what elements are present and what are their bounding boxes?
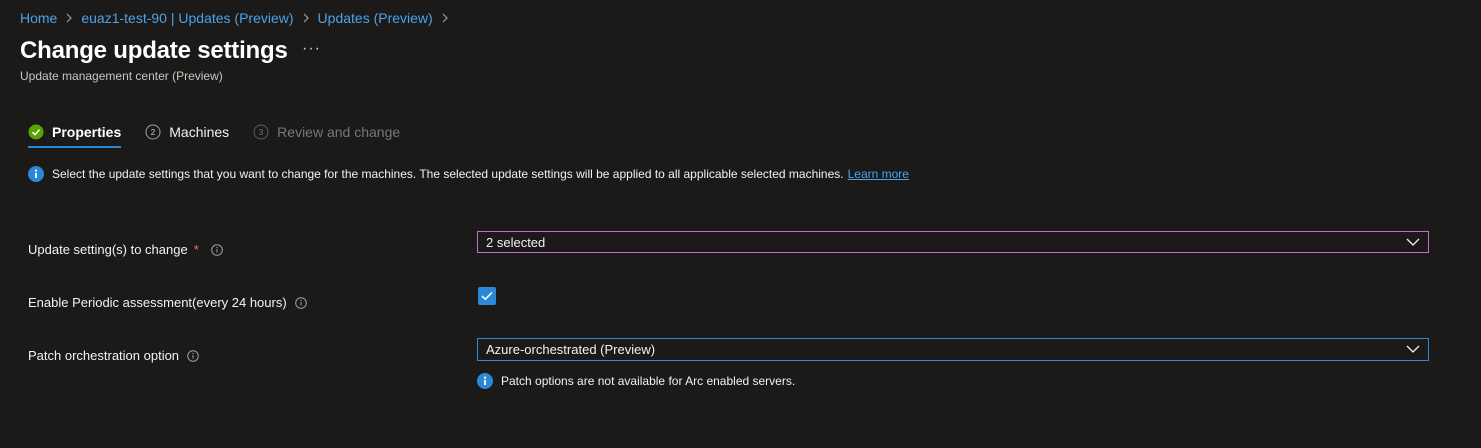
tab-label: Machines xyxy=(169,124,230,140)
active-tab-underline xyxy=(28,146,122,148)
breadcrumb-vm-updates[interactable]: euaz1-test-90 | Updates (Preview) xyxy=(81,10,293,26)
breadcrumb-updates[interactable]: Updates (Preview) xyxy=(318,10,433,26)
field-label-text: Update setting(s) to change xyxy=(28,242,188,257)
chevron-right-icon xyxy=(441,13,449,23)
info-outline-icon[interactable] xyxy=(294,296,307,309)
field-label-text: Enable Periodic assessment(every 24 hour… xyxy=(28,295,287,310)
patch-orchestration-dropdown[interactable]: Azure-orchestrated (Preview) xyxy=(477,338,1429,361)
wizard-steps: Properties 2 Machines 3 Review and chang… xyxy=(28,118,424,148)
tab-machines[interactable]: 2 Machines xyxy=(145,118,229,146)
info-banner: Select the update settings that you want… xyxy=(28,166,909,182)
info-text: Select the update settings that you want… xyxy=(52,167,844,181)
svg-text:2: 2 xyxy=(151,128,156,137)
page-subtitle: Update management center (Preview) xyxy=(20,69,223,83)
patch-note-text: Patch options are not available for Arc … xyxy=(501,374,796,388)
breadcrumb: Home euaz1-test-90 | Updates (Preview) U… xyxy=(20,10,457,26)
required-mark: * xyxy=(193,242,199,257)
periodic-assessment-label: Enable Periodic assessment(every 24 hour… xyxy=(28,295,307,310)
patch-note: Patch options are not available for Arc … xyxy=(477,373,795,389)
info-outline-icon[interactable] xyxy=(187,349,199,362)
step-2-icon: 2 xyxy=(145,124,161,140)
page-title: Change update settings xyxy=(20,37,288,64)
learn-more-link[interactable]: Learn more xyxy=(848,167,909,181)
checkmark-icon xyxy=(481,291,493,301)
update-settings-label: Update setting(s) to change * xyxy=(28,242,223,257)
patch-orchestration-label: Patch orchestration option xyxy=(28,348,199,363)
info-icon xyxy=(477,373,493,389)
info-outline-icon[interactable] xyxy=(210,243,223,256)
more-options-button[interactable]: ··· xyxy=(302,40,321,58)
tab-review-and-change[interactable]: 3 Review and change xyxy=(253,118,400,146)
info-icon xyxy=(28,166,44,182)
field-label-text: Patch orchestration option xyxy=(28,348,180,363)
chevron-right-icon xyxy=(65,13,73,23)
tab-label: Properties xyxy=(52,124,122,140)
dropdown-value: Azure-orchestrated (Preview) xyxy=(486,342,656,357)
chevron-down-icon xyxy=(1406,343,1420,355)
tab-properties[interactable]: Properties xyxy=(28,118,122,148)
breadcrumb-home[interactable]: Home xyxy=(20,10,57,26)
chevron-down-icon xyxy=(1406,236,1420,248)
chevron-right-icon xyxy=(302,13,310,23)
update-settings-dropdown[interactable]: 2 selected xyxy=(477,231,1429,253)
checkmark-circle-icon xyxy=(28,124,44,140)
tab-label: Review and change xyxy=(277,124,401,140)
periodic-assessment-checkbox[interactable] xyxy=(478,287,496,305)
dropdown-value: 2 selected xyxy=(486,234,546,250)
step-3-icon: 3 xyxy=(253,124,269,140)
svg-text:3: 3 xyxy=(259,128,264,137)
